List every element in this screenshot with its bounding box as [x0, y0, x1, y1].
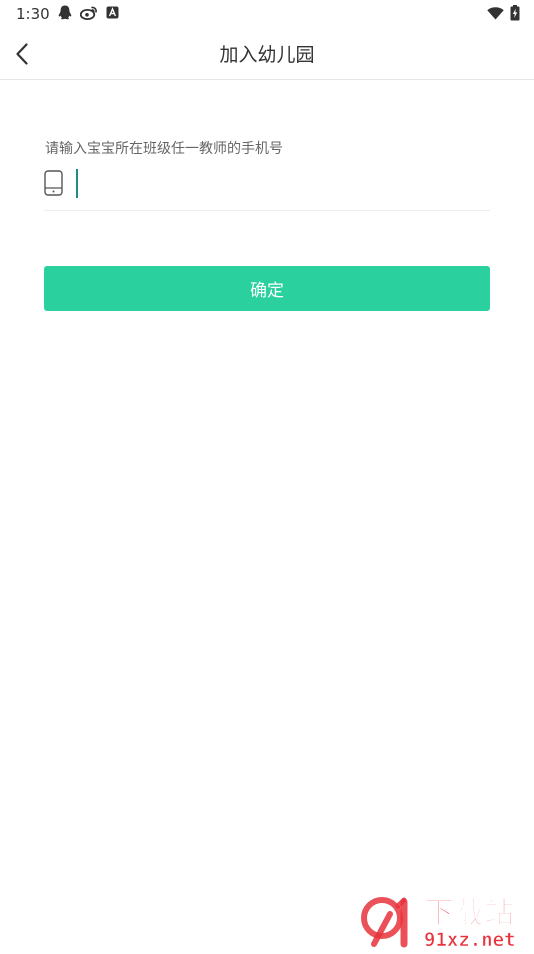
mobile-phone-icon — [44, 170, 63, 200]
notification-icons — [58, 5, 119, 20]
watermark-text-top: 下载站 — [424, 896, 514, 931]
phone-hint-label: 请输入宝宝所在班级任一教师的手机号 — [45, 141, 283, 157]
watermark-text-bottom: 91xz.net — [424, 929, 516, 950]
qq-icon — [58, 5, 72, 20]
weibo-icon — [80, 5, 98, 20]
nav-bar: 加入幼儿园 — [0, 28, 534, 80]
site-watermark: 下载站 91xz.net — [360, 888, 532, 951]
status-time: 1:30 — [16, 5, 50, 23]
status-bar: 1:30 — [0, 0, 534, 28]
confirm-button[interactable]: 确定 — [44, 266, 490, 311]
phone-input-row — [44, 164, 490, 211]
system-icons — [487, 5, 520, 21]
watermark-logo-icon — [361, 897, 408, 948]
text-cursor — [76, 169, 78, 198]
teacher-phone-input[interactable] — [76, 168, 476, 198]
page-title: 加入幼儿园 — [219, 44, 315, 66]
wifi-icon — [487, 6, 504, 20]
battery-charging-icon — [510, 5, 520, 21]
app-a-icon — [106, 6, 119, 19]
